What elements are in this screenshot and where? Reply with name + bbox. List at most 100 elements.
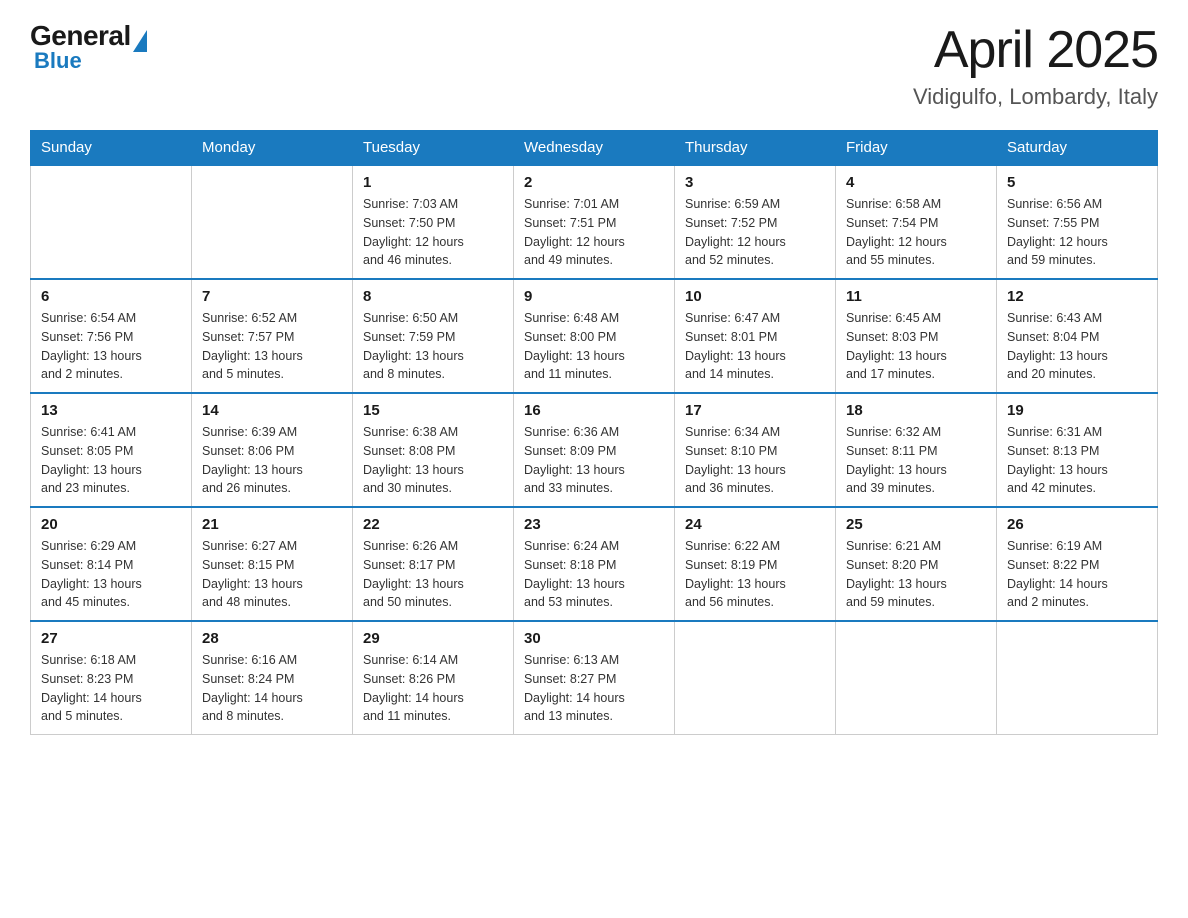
weekday-header-sunday: Sunday — [31, 131, 192, 166]
calendar-cell: 5 Sunrise: 6:56 AMSunset: 7:55 PMDaylight… — [997, 165, 1158, 279]
day-number: 11 — [846, 288, 986, 305]
day-info: Sunrise: 6:47 AMSunset: 8:01 PMDaylight:… — [685, 309, 825, 384]
calendar-cell: 22Sunrise: 6:26 AMSunset: 8:17 PMDayligh… — [353, 507, 514, 621]
day-number: 29 — [363, 630, 503, 647]
day-number: 8 — [363, 288, 503, 305]
day-info: Sunrise: 6:58 AMSunset: 7:54 PMDaylight:… — [846, 195, 986, 270]
day-number: 12 — [1007, 288, 1147, 305]
day-info: Sunrise: 6:22 AMSunset: 8:19 PMDaylight:… — [685, 537, 825, 612]
calendar-cell: 27 Sunrise: 6:18 AMSunset: 8:23 PMDayligh… — [31, 621, 192, 735]
day-info: Sunrise: 6:27 AMSunset: 8:15 PMDaylight:… — [202, 537, 342, 612]
logo-blue-text: Blue — [30, 48, 82, 74]
calendar-cell: 6Sunrise: 6:54 AMSunset: 7:56 PMDaylight… — [31, 279, 192, 393]
weekday-header-tuesday: Tuesday — [353, 131, 514, 166]
calendar-week-row: 13Sunrise: 6:41 AMSunset: 8:05 PMDayligh… — [31, 393, 1158, 507]
calendar-cell — [192, 165, 353, 279]
day-info: Sunrise: 6:43 AMSunset: 8:04 PMDaylight:… — [1007, 309, 1147, 384]
day-info: Sunrise: 6:13 AMSunset: 8:27 PMDaylight:… — [524, 651, 664, 726]
day-info: Sunrise: 6:31 AMSunset: 8:13 PMDaylight:… — [1007, 423, 1147, 498]
day-number: 2 — [524, 174, 664, 191]
day-number: 5 — [1007, 174, 1147, 191]
day-number: 23 — [524, 516, 664, 533]
page-subtitle: Vidigulfo, Lombardy, Italy — [913, 84, 1158, 110]
title-area: April 2025 Vidigulfo, Lombardy, Italy — [913, 20, 1158, 110]
calendar-cell: 19 Sunrise: 6:31 AMSunset: 8:13 PMDayligh… — [997, 393, 1158, 507]
day-info: Sunrise: 6:38 AMSunset: 8:08 PMDaylight:… — [363, 423, 503, 498]
calendar-cell: 17 Sunrise: 6:34 AMSunset: 8:10 PMDayligh… — [675, 393, 836, 507]
day-info: Sunrise: 7:03 AMSunset: 7:50 PMDaylight:… — [363, 195, 503, 270]
day-number: 10 — [685, 288, 825, 305]
calendar-cell: 10 Sunrise: 6:47 AMSunset: 8:01 PMDayligh… — [675, 279, 836, 393]
page-header: General Blue April 2025 Vidigulfo, Lomba… — [30, 20, 1158, 110]
calendar-week-row: 6Sunrise: 6:54 AMSunset: 7:56 PMDaylight… — [31, 279, 1158, 393]
calendar-cell: 26Sunrise: 6:19 AMSunset: 8:22 PMDayligh… — [997, 507, 1158, 621]
calendar-cell: 4 Sunrise: 6:58 AMSunset: 7:54 PMDaylight… — [836, 165, 997, 279]
day-number: 6 — [41, 288, 181, 305]
page-title: April 2025 — [913, 20, 1158, 80]
calendar-cell: 25 Sunrise: 6:21 AMSunset: 8:20 PMDayligh… — [836, 507, 997, 621]
day-info: Sunrise: 6:50 AMSunset: 7:59 PMDaylight:… — [363, 309, 503, 384]
day-number: 14 — [202, 402, 342, 419]
calendar-cell: 30 Sunrise: 6:13 AMSunset: 8:27 PMDayligh… — [514, 621, 675, 735]
calendar-cell — [31, 165, 192, 279]
day-number: 1 — [363, 174, 503, 191]
calendar-table: SundayMondayTuesdayWednesdayThursdayFrid… — [30, 130, 1158, 735]
weekday-header-monday: Monday — [192, 131, 353, 166]
calendar-cell: 9 Sunrise: 6:48 AMSunset: 8:00 PMDaylight… — [514, 279, 675, 393]
day-info: Sunrise: 6:59 AMSunset: 7:52 PMDaylight:… — [685, 195, 825, 270]
day-number: 30 — [524, 630, 664, 647]
day-info: Sunrise: 6:14 AMSunset: 8:26 PMDaylight:… — [363, 651, 503, 726]
calendar-cell: 13Sunrise: 6:41 AMSunset: 8:05 PMDayligh… — [31, 393, 192, 507]
day-info: Sunrise: 6:16 AMSunset: 8:24 PMDaylight:… — [202, 651, 342, 726]
logo-triangle-icon — [133, 30, 147, 52]
calendar-cell: 20Sunrise: 6:29 AMSunset: 8:14 PMDayligh… — [31, 507, 192, 621]
calendar-cell — [836, 621, 997, 735]
day-number: 25 — [846, 516, 986, 533]
day-info: Sunrise: 6:29 AMSunset: 8:14 PMDaylight:… — [41, 537, 181, 612]
day-info: Sunrise: 7:01 AMSunset: 7:51 PMDaylight:… — [524, 195, 664, 270]
calendar-cell: 16 Sunrise: 6:36 AMSunset: 8:09 PMDayligh… — [514, 393, 675, 507]
weekday-header-row: SundayMondayTuesdayWednesdayThursdayFrid… — [31, 131, 1158, 166]
calendar-cell — [997, 621, 1158, 735]
day-number: 3 — [685, 174, 825, 191]
calendar-cell: 29 Sunrise: 6:14 AMSunset: 8:26 PMDayligh… — [353, 621, 514, 735]
day-number: 28 — [202, 630, 342, 647]
day-info: Sunrise: 6:32 AMSunset: 8:11 PMDaylight:… — [846, 423, 986, 498]
day-info: Sunrise: 6:56 AMSunset: 7:55 PMDaylight:… — [1007, 195, 1147, 270]
day-number: 16 — [524, 402, 664, 419]
calendar-cell: 1 Sunrise: 7:03 AMSunset: 7:50 PMDaylight… — [353, 165, 514, 279]
day-info: Sunrise: 6:21 AMSunset: 8:20 PMDaylight:… — [846, 537, 986, 612]
calendar-cell: 11 Sunrise: 6:45 AMSunset: 8:03 PMDayligh… — [836, 279, 997, 393]
calendar-cell: 14 Sunrise: 6:39 AMSunset: 8:06 PMDayligh… — [192, 393, 353, 507]
calendar-cell: 24Sunrise: 6:22 AMSunset: 8:19 PMDayligh… — [675, 507, 836, 621]
day-number: 26 — [1007, 516, 1147, 533]
day-number: 19 — [1007, 402, 1147, 419]
day-number: 4 — [846, 174, 986, 191]
day-info: Sunrise: 6:18 AMSunset: 8:23 PMDaylight:… — [41, 651, 181, 726]
weekday-header-friday: Friday — [836, 131, 997, 166]
day-info: Sunrise: 6:52 AMSunset: 7:57 PMDaylight:… — [202, 309, 342, 384]
day-number: 9 — [524, 288, 664, 305]
day-info: Sunrise: 6:24 AMSunset: 8:18 PMDaylight:… — [524, 537, 664, 612]
calendar-cell: 28 Sunrise: 6:16 AMSunset: 8:24 PMDayligh… — [192, 621, 353, 735]
day-info: Sunrise: 6:26 AMSunset: 8:17 PMDaylight:… — [363, 537, 503, 612]
day-info: Sunrise: 6:48 AMSunset: 8:00 PMDaylight:… — [524, 309, 664, 384]
day-number: 15 — [363, 402, 503, 419]
calendar-cell: 7 Sunrise: 6:52 AMSunset: 7:57 PMDaylight… — [192, 279, 353, 393]
calendar-cell: 23 Sunrise: 6:24 AMSunset: 8:18 PMDayligh… — [514, 507, 675, 621]
logo: General Blue — [30, 20, 147, 74]
day-info: Sunrise: 6:36 AMSunset: 8:09 PMDaylight:… — [524, 423, 664, 498]
calendar-cell: 3 Sunrise: 6:59 AMSunset: 7:52 PMDaylight… — [675, 165, 836, 279]
day-number: 27 — [41, 630, 181, 647]
calendar-week-row: 20Sunrise: 6:29 AMSunset: 8:14 PMDayligh… — [31, 507, 1158, 621]
weekday-header-wednesday: Wednesday — [514, 131, 675, 166]
day-number: 7 — [202, 288, 342, 305]
calendar-cell: 21 Sunrise: 6:27 AMSunset: 8:15 PMDayligh… — [192, 507, 353, 621]
weekday-header-saturday: Saturday — [997, 131, 1158, 166]
day-number: 17 — [685, 402, 825, 419]
day-info: Sunrise: 6:34 AMSunset: 8:10 PMDaylight:… — [685, 423, 825, 498]
day-number: 13 — [41, 402, 181, 419]
day-number: 21 — [202, 516, 342, 533]
day-info: Sunrise: 6:45 AMSunset: 8:03 PMDaylight:… — [846, 309, 986, 384]
day-info: Sunrise: 6:39 AMSunset: 8:06 PMDaylight:… — [202, 423, 342, 498]
